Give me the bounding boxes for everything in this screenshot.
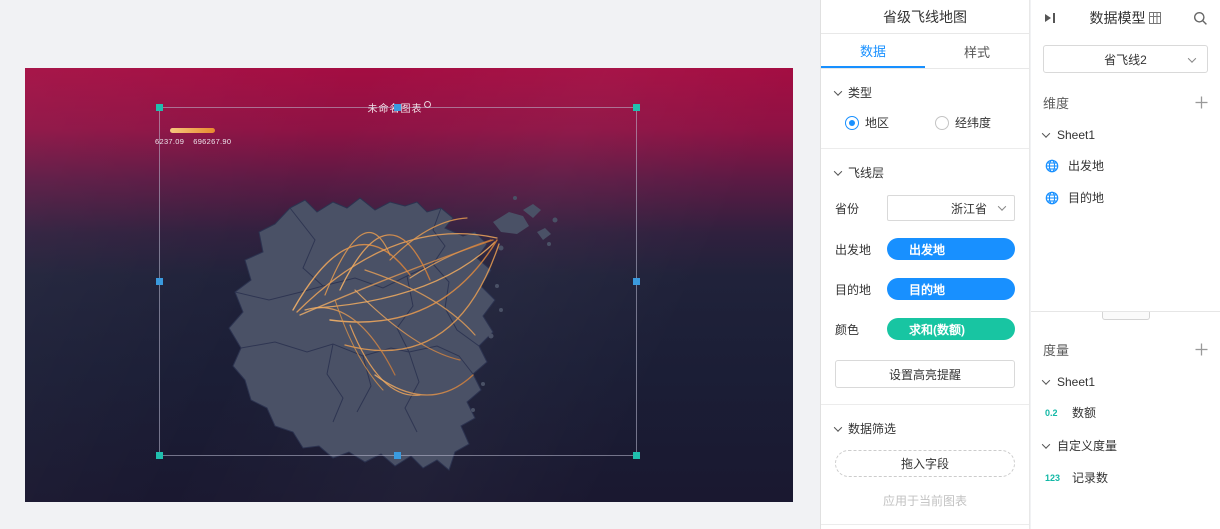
dataset-select[interactable]: 省飞线2: [1043, 45, 1208, 73]
section-type[interactable]: 类型: [833, 84, 1015, 101]
radio-region-label: 地区: [865, 116, 890, 130]
globe-icon: [1045, 159, 1059, 172]
measure-field-label: 记录数: [1072, 471, 1109, 485]
dataset-select-value: 省飞线2: [1104, 52, 1147, 67]
color-label: 颜色: [835, 322, 860, 337]
dimension-group-sheet1[interactable]: Sheet1: [1041, 128, 1220, 142]
tab-style[interactable]: 样式: [925, 34, 1029, 68]
data-model-title-text: 数据模型: [1089, 10, 1146, 26]
measure-group-label: Sheet1: [1057, 375, 1096, 389]
section-flyline[interactable]: 飞线层: [833, 164, 1015, 181]
section-refresh[interactable]: 定时刷新: [821, 525, 1029, 529]
decimal-measure-icon: 0.2: [1045, 407, 1058, 418]
dest-label: 目的地: [835, 282, 872, 297]
resize-handle-top-left[interactable]: [156, 104, 163, 111]
custom-measure-group-label: 自定义度量: [1057, 439, 1118, 453]
chevron-down-icon: [1041, 129, 1051, 138]
origin-field-pill[interactable]: 出发地: [887, 238, 1015, 260]
resize-handle-top-middle[interactable]: [394, 104, 401, 111]
section-filter[interactable]: 数据筛选: [833, 420, 1015, 437]
type-radio-group: 地区 经纬度: [845, 114, 1015, 131]
data-model-panel: 数据模型 省飞线2 维度 Sheet1 出发地 目的地 度量 Sheet1 0.…: [1031, 0, 1220, 529]
chevron-down-icon: [833, 166, 843, 176]
chevron-down-icon: [833, 422, 843, 432]
radio-latlng[interactable]: 经纬度: [935, 114, 991, 131]
add-measure-icon[interactable]: [1195, 343, 1208, 356]
dimension-group-label: Sheet1: [1057, 128, 1096, 142]
data-model-title: 数据模型: [1057, 8, 1193, 28]
chart-canvas[interactable]: 未命名图表: [25, 68, 793, 502]
measures-label: 度量: [1043, 343, 1070, 358]
collapse-panel-icon[interactable]: [1043, 11, 1057, 25]
measure-field-label: 数额: [1072, 406, 1097, 420]
chevron-down-icon: [833, 86, 843, 96]
section-flyline-label: 飞线层: [848, 166, 885, 180]
panel-splitter: [1031, 311, 1220, 320]
dimensions-label: 维度: [1043, 96, 1070, 111]
province-select-value: 浙江省: [950, 201, 987, 216]
table-grid-icon: [1148, 12, 1161, 24]
filter-apply-hint: 应用于当前图表: [882, 494, 967, 508]
resize-handle-middle-left[interactable]: [156, 277, 163, 285]
origin-pill-text: 出发地: [909, 242, 946, 257]
section-type-label: 类型: [848, 86, 873, 100]
radio-dot-icon: [845, 115, 859, 130]
measure-group-custom[interactable]: 自定义度量: [1041, 437, 1220, 454]
dimension-field-label: 出发地: [1068, 159, 1105, 173]
divider: [821, 148, 1029, 149]
radio-latlng-label: 经纬度: [955, 116, 992, 130]
province-select[interactable]: 浙江省: [887, 195, 1015, 221]
dimension-field-origin[interactable]: 出发地: [1045, 157, 1220, 174]
workspace: 未命名图表: [0, 0, 1220, 529]
count-measure-icon: 123: [1045, 472, 1061, 483]
radio-dot-icon: [935, 115, 950, 130]
radio-region[interactable]: 地区: [845, 114, 889, 131]
dest-field-pill[interactable]: 目的地: [887, 278, 1015, 300]
config-tabs: 数据 样式: [821, 34, 1029, 69]
splitter-drag-handle[interactable]: [1101, 312, 1150, 320]
province-label: 省份: [835, 201, 860, 216]
chevron-down-icon: [1041, 439, 1051, 449]
search-icon[interactable]: [1193, 11, 1208, 26]
resize-handle-middle-right[interactable]: [633, 277, 640, 285]
measure-group-sheet1[interactable]: Sheet1: [1041, 375, 1220, 389]
chart-config-panel: 省级飞线地图 数据 样式 类型 地区 经纬度 飞线层 省份 浙江省 出发地 出发…: [820, 0, 1030, 529]
chart-selection-box[interactable]: [156, 104, 640, 459]
divider: [821, 404, 1029, 405]
color-pill-text: 求和(数额): [909, 322, 965, 337]
origin-label: 出发地: [835, 242, 872, 257]
tab-data[interactable]: 数据: [821, 34, 925, 68]
measure-field-amount[interactable]: 0.2 数额: [1045, 404, 1220, 421]
resize-handle-top-right[interactable]: [633, 104, 640, 111]
resize-handle-bottom-right[interactable]: [633, 452, 640, 459]
dest-pill-text: 目的地: [909, 282, 946, 297]
dimension-field-dest[interactable]: 目的地: [1045, 189, 1220, 206]
highlight-alert-button[interactable]: 设置高亮提醒: [835, 360, 1015, 388]
globe-icon: [1045, 191, 1059, 204]
section-filter-label: 数据筛选: [848, 422, 897, 436]
chevron-down-icon: [1187, 54, 1197, 63]
resize-handle-bottom-left[interactable]: [156, 452, 163, 459]
filter-drop-zone[interactable]: 拖入字段: [835, 450, 1015, 477]
add-dimension-icon[interactable]: [1195, 96, 1208, 109]
chevron-down-icon: [997, 202, 1007, 211]
chevron-down-icon: [1041, 376, 1051, 385]
resize-handle-bottom-middle[interactable]: [394, 452, 401, 459]
config-panel-title: 省级飞线地图: [821, 0, 1029, 34]
color-field-pill[interactable]: 求和(数额): [887, 318, 1015, 340]
dimension-field-label: 目的地: [1068, 191, 1105, 205]
measure-field-recordcount[interactable]: 123 记录数: [1045, 469, 1220, 486]
